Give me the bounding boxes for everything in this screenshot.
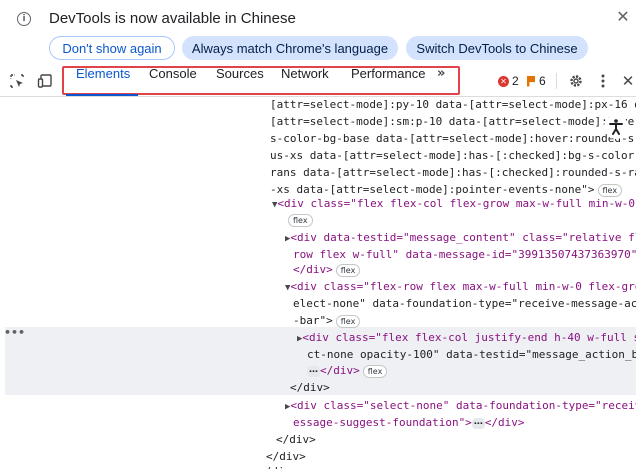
accessibility-icon[interactable] bbox=[604, 115, 628, 139]
close-tag: </div> bbox=[484, 416, 525, 429]
error-count-badge[interactable]: ✕ 2 bbox=[498, 66, 519, 96]
close-tag: </div> bbox=[293, 263, 333, 276]
tab-elements[interactable]: Elements bbox=[76, 66, 130, 96]
flex-chip-row: flex bbox=[285, 211, 313, 228]
tree-node-message-content[interactable]: ▶<div data-testid="message_content" clas… bbox=[285, 229, 636, 246]
toolbar-divider bbox=[556, 73, 557, 89]
warning-count: 6 bbox=[539, 74, 546, 88]
code-line: us-xs data-[attr=select-mode]:has-[:chec… bbox=[270, 149, 636, 162]
code-line: ct-none opacity-100" data-testid="messag… bbox=[307, 348, 636, 361]
tree-node-action-row[interactable]: ▼<div class="flex-row flex max-w-full mi… bbox=[285, 278, 636, 295]
close-tag: </div> bbox=[258, 463, 298, 469]
flex-badge[interactable]: flex bbox=[335, 314, 361, 328]
warning-icon bbox=[527, 75, 535, 87]
kebab-menu-icon[interactable] bbox=[596, 66, 610, 96]
info-icon: i bbox=[17, 12, 31, 26]
tree-node-action-bar[interactable]: ▶<div class="flex flex-col justify-end h… bbox=[297, 329, 636, 346]
inspect-element-icon[interactable] bbox=[8, 66, 26, 96]
more-tabs-icon[interactable]: » bbox=[437, 66, 445, 96]
code-line: [attr=select-mode]:sm:p-10 data-[attr=se… bbox=[270, 115, 636, 128]
node-text: -bar"> bbox=[293, 314, 333, 327]
error-icon: ✕ bbox=[498, 75, 509, 87]
switch-to-chinese-button[interactable]: Switch DevTools to Chinese bbox=[406, 36, 588, 60]
warning-count-badge[interactable]: 6 bbox=[527, 66, 546, 96]
code-line: elect-none" data-foundation-type="receiv… bbox=[293, 297, 636, 310]
flex-badge[interactable]: flex bbox=[288, 213, 313, 227]
infobar-close-icon[interactable]: ✕ bbox=[614, 8, 632, 26]
code-line-with-chip: -bar"> flex bbox=[293, 312, 361, 329]
language-infobar: i DevTools is now available in Chinese ✕… bbox=[0, 0, 636, 67]
flex-badge[interactable]: flex bbox=[362, 364, 388, 378]
node-actions-icon[interactable]: ••• bbox=[4, 326, 25, 339]
code-line: [attr=select-mode]:py-10 data-[attr=sele… bbox=[270, 98, 636, 111]
node-text: essage-suggest-foundation"> bbox=[293, 416, 472, 429]
node-text: <div class="flex flex-col justify-end h-… bbox=[302, 331, 636, 344]
tab-performance[interactable]: Performance bbox=[351, 66, 425, 96]
tab-network[interactable]: Network bbox=[281, 66, 329, 96]
code-line-with-chip: … </div> flex bbox=[307, 362, 388, 379]
device-toolbar-icon[interactable] bbox=[36, 66, 54, 96]
flex-badge[interactable]: flex bbox=[335, 263, 361, 277]
code-line-with-chip: essage-suggest-foundation">… </div> bbox=[293, 414, 525, 431]
tree-node-suggest[interactable]: ▶<div class="select-none" data-foundatio… bbox=[285, 397, 636, 414]
node-text: <div class="flex flex-col flex-grow max-… bbox=[277, 197, 636, 210]
code-line: s-color-bg-base data-[attr=select-mode]:… bbox=[270, 132, 636, 145]
ellipsis-button[interactable]: … bbox=[307, 365, 320, 377]
ellipsis-button[interactable]: … bbox=[471, 417, 485, 429]
node-text: <div class="select-none" data-foundation… bbox=[290, 399, 636, 412]
close-tag: </div> bbox=[276, 433, 316, 446]
close-tag: </div> bbox=[290, 381, 330, 394]
gear-icon[interactable] bbox=[567, 66, 585, 96]
match-chrome-language-button[interactable]: Always match Chrome's language bbox=[182, 36, 398, 60]
elements-tree: [attr=select-mode]:py-10 data-[attr=sele… bbox=[0, 96, 636, 469]
tree-node-div[interactable]: ▼<div class="flex flex-col flex-grow max… bbox=[272, 195, 636, 212]
error-count: 2 bbox=[512, 74, 519, 88]
code-line: rans data-[attr=select-mode]:has-[:check… bbox=[270, 166, 636, 179]
tab-console[interactable]: Console bbox=[149, 66, 197, 96]
node-text: <div class="flex-row flex max-w-full min… bbox=[290, 280, 636, 293]
close-icon[interactable]: ✕ bbox=[620, 66, 636, 96]
close-tag: </div> bbox=[320, 364, 360, 377]
node-text: row flex w-full" data-message-id="399135… bbox=[293, 248, 636, 261]
infobar-message: DevTools is now available in Chinese bbox=[49, 10, 296, 27]
code-line-with-chip: </div> flex bbox=[293, 261, 361, 278]
dont-show-again-button[interactable]: Don't show again bbox=[49, 36, 175, 60]
tab-sources[interactable]: Sources bbox=[216, 66, 264, 96]
node-text: <div data-testid="message_content" class… bbox=[290, 231, 636, 244]
